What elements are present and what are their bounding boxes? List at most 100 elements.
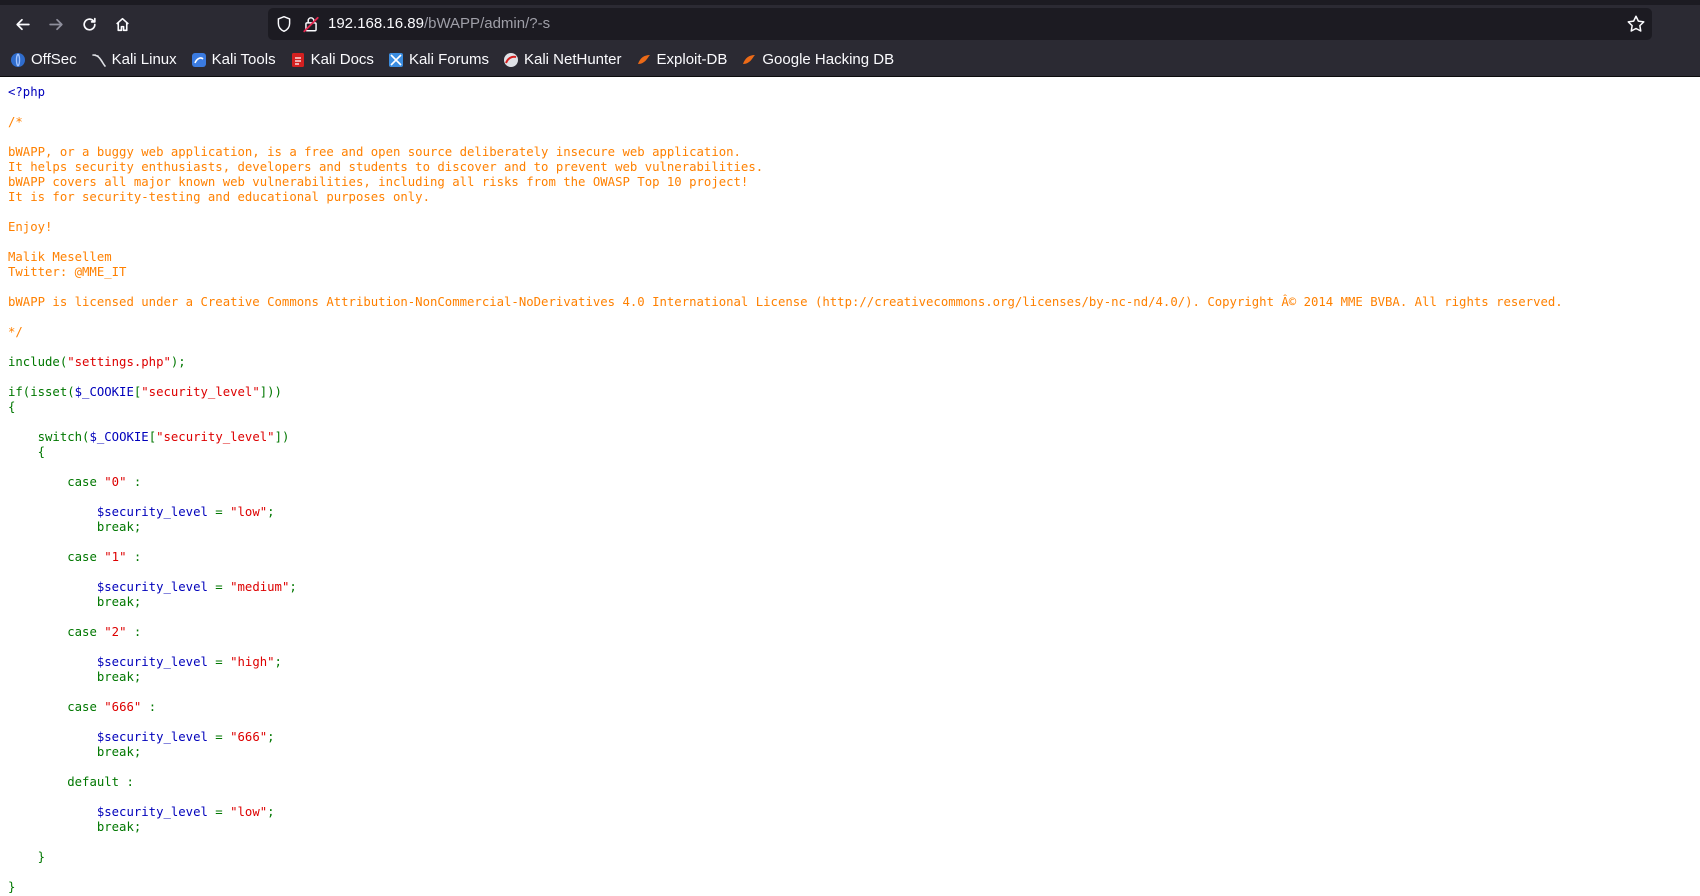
url-text[interactable]: 192.168.16.89/bWAPP/admin/?-s [328,15,550,32]
case-label: "0" [104,475,127,489]
assign-op: = [207,505,231,519]
browser-toolbar: 192.168.16.89/bWAPP/admin/?-s [0,5,1700,43]
bookmark-kali-tools[interactable]: Kali Tools [191,51,276,68]
home-button[interactable] [107,10,137,38]
bookmark-label: Kali Tools [211,51,276,68]
assign-value: "medium" [230,580,290,594]
switch-keyword: switch( [37,430,90,444]
semicolon: ; [267,730,275,744]
arrow-left-icon [15,18,30,30]
url-path: /bWAPP/admin/?-s [423,15,551,32]
assign-op: = [207,580,231,594]
bookmark-star-icon[interactable] [1626,14,1646,34]
include-string: "settings.php" [67,355,171,369]
insecure-lock-icon[interactable] [302,15,320,33]
php-source-view: <?php /* bWAPP, or a buggy web applicati… [0,77,1700,895]
comment-author: Malik Mesellem [8,250,112,264]
forward-button[interactable] [41,10,71,38]
google-hacking-db-icon [743,54,756,64]
case-keyword: case [67,700,105,714]
include-end: ); [170,355,186,369]
if-keyword: if(isset( [8,385,75,399]
assign-var: $security_level [96,505,208,519]
bookmark-offsec[interactable]: OffSec [10,51,77,68]
assign-op: = [207,655,231,669]
switch-end: ]) [274,430,290,444]
if-end: ])) [259,385,282,399]
semicolon: ; [274,655,282,669]
bookmarks-toolbar: OffSec Kali Linux Kali Tools Kali Docs K… [0,43,1700,77]
bookmark-kali-nethunter[interactable]: Kali NetHunter [503,51,622,68]
bookmark-label: Exploit-DB [656,51,728,68]
semicolon: ; [289,580,297,594]
offsec-icon [11,52,25,67]
break-statement: break; [96,520,142,534]
brace-open: { [8,400,16,414]
kali-tools-icon [191,52,206,67]
default-keyword: default : [67,775,134,789]
bookmark-label: Google Hacking DB [762,51,895,68]
case-label: "1" [104,550,127,564]
exploit-db-icon [637,54,650,64]
kali-nethunter-icon [503,52,518,67]
assign-var: $security_level [96,655,208,669]
back-button[interactable] [7,10,37,38]
assign-value: "high" [230,655,275,669]
comment-line: It helps security enthusiasts, developer… [8,160,764,174]
assign-value: "low" [230,805,268,819]
arrow-right-icon [48,18,63,30]
comment-close: */ [8,325,23,339]
semicolon: ; [267,805,275,819]
bookmark-kali-docs[interactable]: Kali Docs [290,51,374,68]
php-open-tag: <?php [8,85,46,99]
shield-icon[interactable] [275,15,293,33]
case-colon: : [141,700,157,714]
case-keyword: case [67,625,105,639]
brace-open: { [37,445,46,459]
case-label: "666" [104,700,142,714]
reload-button[interactable] [74,10,104,38]
assign-var: $security_level [96,805,208,819]
case-colon: : [126,475,142,489]
assign-op: = [207,805,231,819]
assign-var: $security_level [96,730,208,744]
bookmark-label: OffSec [31,51,77,68]
comment-line: bWAPP covers all major known web vulnera… [8,175,749,189]
cookie-var: $_COOKIE [89,430,149,444]
comment-line: It is for security-testing and education… [8,190,430,204]
bookmark-label: Kali Docs [310,51,374,68]
security-level-key: "security_level" [156,430,275,444]
bookmark-label: Kali NetHunter [523,51,622,68]
case-colon: : [126,625,142,639]
comment-enjoy: Enjoy! [8,220,53,234]
home-icon [115,17,129,31]
case-keyword: case [67,550,105,564]
cookie-var: $_COOKIE [74,385,134,399]
include-keyword: include( [8,355,68,369]
case-keyword: case [67,475,105,489]
bracket-open: [ [148,430,157,444]
bookmark-kali-linux[interactable]: Kali Linux [91,51,177,68]
reload-icon [82,17,96,31]
bookmark-google-hacking-db[interactable]: Google Hacking DB [741,51,894,68]
bookmark-label: Kali Linux [111,51,177,68]
brace-close: } [8,880,16,894]
semicolon: ; [267,505,275,519]
bookmark-exploit-db[interactable]: Exploit-DB [636,51,728,68]
bookmark-kali-forums[interactable]: Kali Forums [388,51,489,68]
break-statement: break; [96,670,142,684]
assign-value: "low" [230,505,268,519]
comment-twitter: Twitter: @MME_IT [8,265,127,279]
comment-line: bWAPP, or a buggy web application, is a … [8,145,741,159]
break-statement: break; [96,745,142,759]
address-bar[interactable]: 192.168.16.89/bWAPP/admin/?-s [268,8,1652,40]
case-colon: : [126,550,142,564]
assign-var: $security_level [96,580,208,594]
assign-op: = [207,730,231,744]
kali-forums-icon [388,52,403,67]
assign-value: "666" [230,730,268,744]
brace-close: } [37,850,46,864]
kali-docs-icon [291,52,304,67]
break-statement: break; [96,595,142,609]
security-level-key: "security_level" [141,385,260,399]
